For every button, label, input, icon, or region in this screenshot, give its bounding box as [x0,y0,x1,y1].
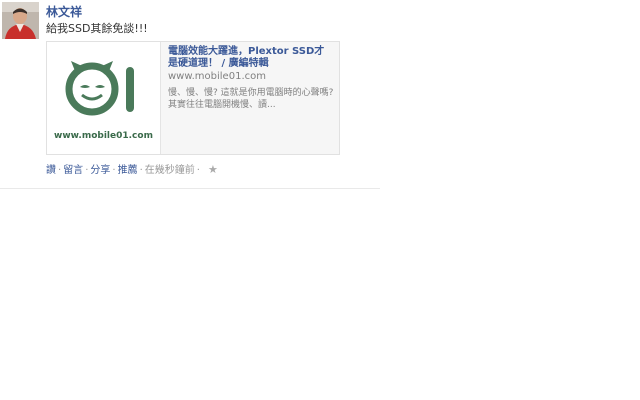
link-url: www.mobile01.com [168,71,266,82]
comment-link[interactable]: 留言 [63,165,83,176]
share-link[interactable]: 分享 [90,165,110,176]
link-thumbnail[interactable]: www.mobile01.com [47,42,161,154]
shared-link-card[interactable]: www.mobile01.com 電腦效能大躍進，Plextor SSD才是硬道… [46,41,340,155]
link-title[interactable]: 電腦效能大躍進，Plextor SSD才是硬道理！ / 廣編特輯 [168,46,334,70]
star-icon[interactable]: ★ [202,163,218,176]
feed-post: 林文祥 給我SSD其餘免談!!! www.mobile01.com 電腦效能大躍… [0,0,380,189]
post-timestamp[interactable]: 在幾秒鐘前 [145,165,195,176]
avatar-photo [2,2,39,39]
recommend-link[interactable]: 推薦 [118,165,138,176]
post-actions: 讚 · 留言 · 分享 · 推薦 · 在幾秒鐘前 · ★ [46,161,218,176]
separator: · [196,165,200,176]
separator: · [112,165,116,176]
post-message: 給我SSD其餘免談!!! [46,22,148,35]
author-name[interactable]: 林文祥 [46,3,82,20]
mobile01-logo-icon [65,61,134,116]
link-description: 慢、慢、慢? 這就是你用電腦時的心聲嗎? 其實往往電腦開機慢、讀... [168,88,334,110]
avatar[interactable] [2,2,39,39]
separator: · [139,165,143,176]
like-link[interactable]: 讚 [46,165,56,176]
logo-caption: www.mobile01.com [54,131,153,141]
